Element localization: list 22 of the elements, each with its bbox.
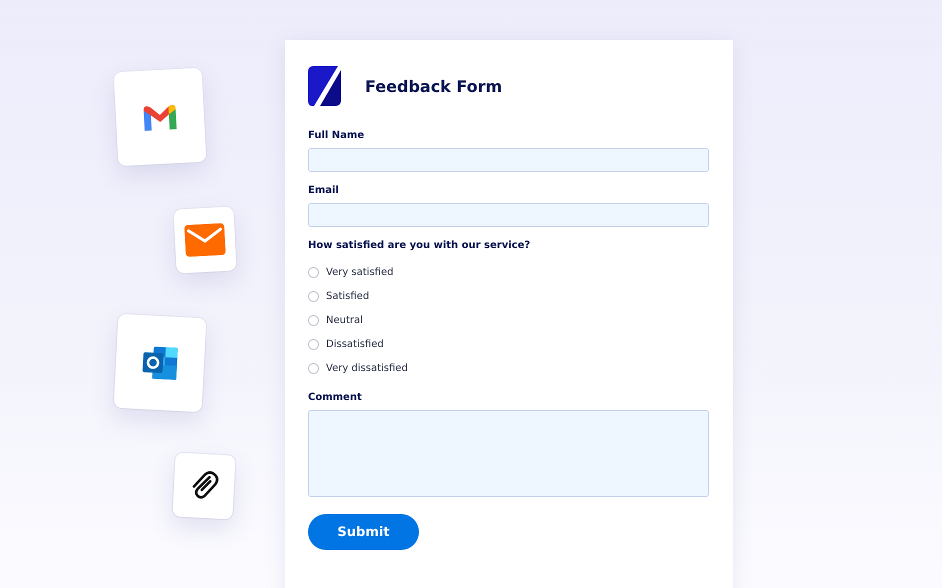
field-label: Full Name xyxy=(308,130,366,141)
envelope-icon xyxy=(184,222,226,258)
outlook-icon xyxy=(140,344,180,382)
input-field[interactable] xyxy=(308,203,709,227)
radio-button[interactable] xyxy=(308,362,319,374)
option-label: Neutral xyxy=(326,314,363,326)
option-label: Very satisfied xyxy=(326,266,394,278)
comment-field[interactable] xyxy=(308,410,709,497)
radio-button[interactable] xyxy=(308,266,319,278)
field-label: How satisfied are you with our service? xyxy=(308,240,532,251)
field-label: Email xyxy=(308,185,340,196)
radio-button[interactable] xyxy=(308,338,319,350)
form-title: Feedback Form xyxy=(365,76,502,96)
logo-icon xyxy=(308,66,342,106)
option-label: Very dissatisfied xyxy=(326,362,408,374)
option-label: Dissatisfied xyxy=(326,338,384,350)
radio-button[interactable] xyxy=(308,314,319,326)
field-label: Comment xyxy=(308,392,363,403)
submit-button[interactable]: Submit xyxy=(308,514,419,550)
input-field[interactable] xyxy=(308,148,709,172)
option-label: Satisfied xyxy=(326,290,370,302)
radio-button[interactable] xyxy=(308,290,319,302)
